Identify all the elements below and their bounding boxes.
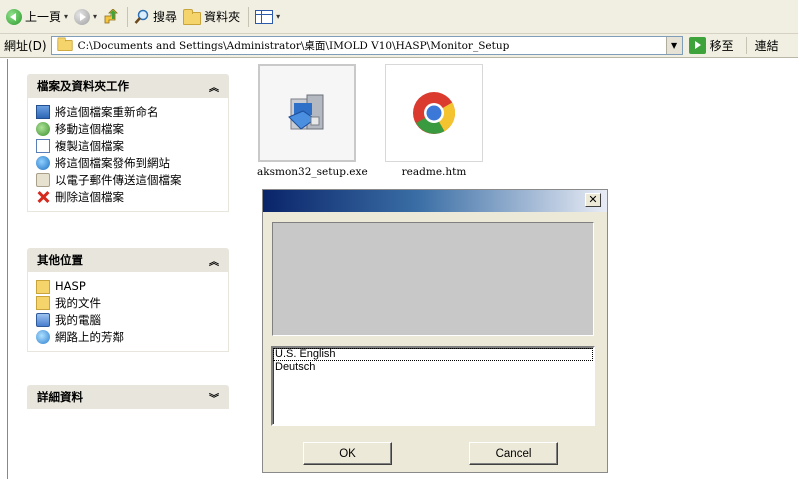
task-publish-file[interactable]: 將這個檔案發佈到網站 [36,154,220,171]
language-dialog: ✕ U.S. English Deutsch OK Cancel [262,189,608,473]
file-item-readme[interactable]: readme.htm [384,64,484,178]
my-computer-icon [36,312,50,327]
copy-icon [36,138,50,153]
file-tasks-header[interactable]: 檔案及資料夾工作 ︽ [27,74,229,98]
main-area: 檔案及資料夾工作 ︽ 將這個檔案重新命名 移動這個檔案 複製這個檔案 將這個檔案… [0,59,798,479]
file-tasks-body: 將這個檔案重新命名 移動這個檔案 複製這個檔案 將這個檔案發佈到網站 以電子郵件… [27,98,229,212]
task-delete-file[interactable]: 刪除這個檔案 [36,188,220,205]
task-label: 以電子郵件傳送這個檔案 [55,172,182,187]
folders-button[interactable]: 資料夾 [183,6,240,28]
address-label: 網址(D) [4,39,47,53]
file-tasks-panel: 檔案及資料夾工作 ︽ 將這個檔案重新命名 移動這個檔案 複製這個檔案 將這個檔案… [27,74,229,212]
address-dropdown-button[interactable]: ▼ [665,37,682,54]
other-places-title: 其他位置 [37,253,83,267]
expand-chevron-icon[interactable]: ︾ [209,390,219,405]
place-my-computer[interactable]: 我的電腦 [36,311,220,328]
links-button[interactable]: 連結 [745,37,779,54]
forward-dropdown-icon[interactable]: ▾ [93,12,97,21]
other-places-header[interactable]: 其他位置 ︽ [27,248,229,272]
back-arrow-icon [6,8,22,25]
details-header[interactable]: 詳細資料 ︾ [27,385,229,409]
views-icon [255,9,274,24]
back-button[interactable]: 上一頁 ▾ [6,6,68,28]
other-places-body: HASP 我的文件 我的電腦 網路上的芳鄰 [27,272,229,352]
address-bar: 網址(D) C:\Documents and Settings\Administ… [0,34,798,58]
file-item-setup-exe[interactable]: aksmon32_setup.exe [257,64,368,178]
collapse-chevron-icon[interactable]: ︽ [209,79,219,94]
address-path[interactable]: C:\Documents and Settings\Administrator\… [78,38,510,53]
details-panel: 詳細資料 ︾ [27,385,229,409]
language-listbox[interactable]: U.S. English Deutsch [271,346,595,426]
place-my-documents[interactable]: 我的文件 [36,294,220,311]
file-thumbnail[interactable] [385,64,483,162]
file-name: readme.htm [401,166,467,178]
folder-icon [56,37,73,52]
up-folder-button[interactable] [103,6,119,28]
place-label: 網路上的芳鄰 [55,329,124,344]
toolbar-separator [127,6,129,27]
place-hasp[interactable]: HASP [36,277,220,294]
language-option[interactable]: Deutsch [273,361,593,374]
place-label: HASP [55,278,86,293]
installer-icon [288,94,324,130]
move-icon [36,121,50,136]
language-option[interactable]: U.S. English [273,348,593,361]
up-folder-icon [104,8,119,23]
forward-arrow-icon [74,8,91,25]
task-label: 移動這個檔案 [55,121,124,136]
address-input[interactable]: C:\Documents and Settings\Administrator\… [50,36,683,55]
task-copy-file[interactable]: 複製這個檔案 [36,137,220,154]
back-dropdown-icon[interactable]: ▾ [64,12,68,21]
dialog-titlebar[interactable]: ✕ [263,190,607,212]
chrome-icon [413,92,456,134]
task-move-file[interactable]: 移動這個檔案 [36,120,220,137]
place-label: 我的電腦 [55,312,101,327]
back-label: 上一頁 [25,10,62,24]
task-label: 將這個檔案重新命名 [55,104,159,119]
delete-icon [36,190,50,204]
publish-icon [36,155,50,170]
toolbar-separator [248,6,250,27]
rename-icon [36,104,50,119]
cancel-button[interactable]: Cancel [469,442,558,465]
other-places-panel: 其他位置 ︽ HASP 我的文件 我的電腦 網路上的芳鄰 [27,248,229,352]
ok-button[interactable]: OK [303,442,392,465]
toolbar: 上一頁 ▾ ▾ 搜尋 資料夾 ▾ [0,0,798,34]
my-documents-icon [36,295,50,310]
folder-icon [36,279,50,294]
folders-label: 資料夾 [204,10,241,24]
folders-icon [183,8,202,25]
go-label: 移至 [709,39,734,53]
search-icon [134,9,149,24]
search-button[interactable]: 搜尋 [134,6,177,28]
pane-border [7,59,8,479]
task-label: 刪除這個檔案 [55,189,124,204]
email-icon [36,172,50,187]
task-label: 將這個檔案發佈到網站 [55,155,170,170]
views-dropdown-icon[interactable]: ▾ [276,12,280,21]
task-rename-file[interactable]: 將這個檔案重新命名 [36,103,220,120]
views-button[interactable]: ▾ [255,6,280,28]
details-title: 詳細資料 [37,390,83,404]
go-button[interactable]: 移至 [688,37,734,54]
dialog-message-area [272,222,594,336]
place-label: 我的文件 [55,295,101,310]
place-network[interactable]: 網路上的芳鄰 [36,328,220,345]
file-thumbnail[interactable] [258,64,356,162]
go-arrow-icon [688,37,706,54]
search-label: 搜尋 [153,10,178,24]
network-icon [36,329,50,344]
task-email-file[interactable]: 以電子郵件傳送這個檔案 [36,171,220,188]
close-icon: ✕ [588,193,598,206]
forward-button[interactable]: ▾ [74,6,97,28]
collapse-chevron-icon[interactable]: ︽ [209,253,219,268]
dialog-close-button[interactable]: ✕ [585,193,601,207]
task-pane: 檔案及資料夾工作 ︽ 將這個檔案重新命名 移動這個檔案 複製這個檔案 將這個檔案… [0,59,240,479]
file-name: aksmon32_setup.exe [257,166,368,178]
file-tasks-title: 檔案及資料夾工作 [37,79,129,93]
task-label: 複製這個檔案 [55,138,124,153]
